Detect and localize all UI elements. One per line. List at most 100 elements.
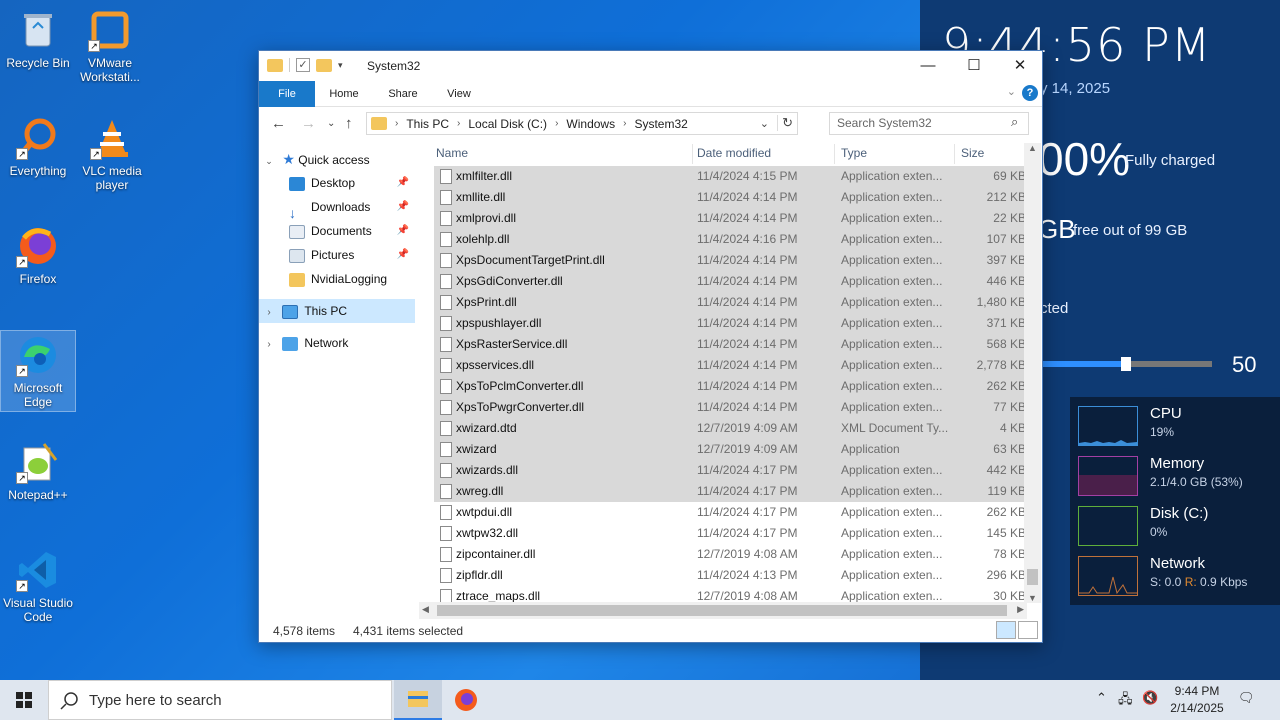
desktop-icon-everything[interactable]: ↗ Everything (0, 116, 76, 178)
table-row[interactable]: xpsservices.dll 11/4/2024 4:14 PM Applicat… (434, 355, 1026, 376)
vertical-scrollbar[interactable]: ▲ ▼ (1024, 143, 1041, 603)
column-divider[interactable] (692, 144, 693, 164)
table-row[interactable]: xmlprovi.dll 11/4/2024 4:14 PM Application… (434, 208, 1026, 229)
column-header-date[interactable]: Date modified (697, 146, 771, 160)
large-icons-view-button[interactable] (1018, 621, 1038, 639)
desktop-icon-vscode[interactable]: ↗ Visual Studio Code (0, 548, 76, 624)
table-row[interactable]: xmllite.dll 11/4/2024 4:14 PM Application … (434, 187, 1026, 208)
file-date: 11/4/2024 4:14 PM (697, 337, 798, 351)
desktop-icon-recycle-bin[interactable]: Recycle Bin (0, 8, 76, 70)
icon-label: Firefox (19, 272, 57, 286)
expand-ribbon-icon[interactable]: ⌄ (1007, 85, 1016, 98)
table-row[interactable]: xwtpw32.dll 11/4/2024 4:17 PM Application … (434, 523, 1026, 544)
nav-nvidialogging[interactable]: NvidiaLogging (259, 267, 415, 291)
maximize-button[interactable]: ☐ (951, 51, 997, 81)
scroll-left-icon[interactable]: ◀ (422, 604, 429, 615)
tab-home[interactable]: Home (321, 81, 367, 107)
refresh-icon[interactable]: ↻ (777, 115, 793, 131)
table-row[interactable]: xmlfilter.dll 11/4/2024 4:15 PM Applicatio… (434, 166, 1026, 187)
tab-view[interactable]: View (439, 81, 479, 107)
icon-label: VMware Workstati... (80, 56, 140, 84)
properties-icon[interactable]: ✓ (296, 58, 310, 72)
volume-muted-icon[interactable]: 🔇 (1142, 690, 1158, 706)
address-bar[interactable]: › This PC › Local Disk (C:) › Windows › … (366, 112, 798, 135)
search-input[interactable]: Search System32 (829, 112, 1029, 135)
column-header-name[interactable]: Name (436, 146, 468, 160)
nav-downloads[interactable]: ↓ Downloads 📌 (259, 195, 415, 221)
desktop-icon-vmware[interactable]: ↗ VMware Workstati... (72, 8, 148, 84)
nav-this-pc[interactable]: › This PC (259, 299, 415, 323)
network-tray-icon[interactable]: 🖧 (1118, 690, 1133, 712)
table-row[interactable]: XpsToPwgrConverter.dll 11/4/2024 4:14 PM A… (434, 397, 1026, 418)
vertical-scroll-thumb[interactable] (1027, 569, 1038, 585)
horizontal-scroll-thumb[interactable] (437, 605, 1007, 616)
taskbar-firefox[interactable] (442, 680, 490, 720)
desktop-icon-notepadpp[interactable]: ↗ Notepad++ (0, 440, 76, 502)
expand-chevron-icon[interactable]: › (259, 301, 279, 325)
perf-memory: Memory 2.1/4.0 GB (53%) (1078, 451, 1278, 496)
minimize-button[interactable]: — (905, 51, 951, 81)
taskbar-clock[interactable]: 9:44 PM 2/14/2025 (1163, 683, 1231, 717)
table-row[interactable]: XpsToPclmConverter.dll 11/4/2024 4:14 PM A… (434, 376, 1026, 397)
recent-locations-icon[interactable]: ⌄ (327, 118, 335, 129)
table-row[interactable]: xpspushlayer.dll 11/4/2024 4:14 PM Applica… (434, 313, 1026, 334)
nav-desktop[interactable]: Desktop 📌 (259, 171, 415, 195)
search-icon[interactable]: ⌕ (1011, 114, 1036, 130)
nav-pictures[interactable]: Pictures 📌 (259, 243, 415, 267)
nav-quick-access[interactable]: ⌄ ★ Quick access (259, 147, 415, 171)
scroll-right-icon[interactable]: ▶ (1017, 604, 1024, 615)
address-dropdown-icon[interactable]: ⌄ (760, 117, 769, 130)
forward-button[interactable]: → (301, 115, 316, 132)
table-row[interactable]: xwizards.dll 11/4/2024 4:17 PM Application… (434, 460, 1026, 481)
table-row[interactable]: XpsGdiConverter.dll 11/4/2024 4:14 PM Appl… (434, 271, 1026, 292)
scroll-up-icon[interactable]: ▲ (1024, 143, 1041, 153)
breadcrumb-this-pc[interactable]: This PC (406, 117, 449, 131)
show-hidden-icons-icon[interactable]: ⌃ (1096, 690, 1107, 706)
volume-slider-thumb[interactable] (1121, 357, 1131, 371)
column-divider[interactable] (834, 144, 835, 164)
table-row[interactable]: xwizard.dtd 12/7/2019 4:09 AM XML Document… (434, 418, 1026, 439)
table-row[interactable]: zipfldr.dll 11/4/2024 4:13 PM Application … (434, 565, 1026, 586)
file-size: 78 KB (993, 547, 1026, 561)
table-row[interactable]: xolehlp.dll 11/4/2024 4:16 PM Application … (434, 229, 1026, 250)
desktop-icon-edge[interactable]: ↗ Microsoft Edge (0, 330, 76, 412)
close-button[interactable]: ✕ (997, 51, 1043, 81)
table-row[interactable]: xwizard 12/7/2019 4:09 AM Application 63 KB (434, 439, 1026, 460)
tab-share[interactable]: Share (381, 81, 425, 107)
column-divider[interactable] (954, 144, 955, 164)
shortcut-arrow-icon: ↗ (16, 472, 28, 484)
back-button[interactable]: ← (271, 115, 286, 132)
column-header-size[interactable]: Size (961, 146, 984, 160)
breadcrumb-local-disk[interactable]: Local Disk (C:) (468, 117, 547, 131)
table-row[interactable]: XpsDocumentTargetPrint.dll 11/4/2024 4:14… (434, 250, 1026, 271)
file-date: 11/4/2024 4:13 PM (697, 568, 798, 582)
shortcut-arrow-icon: ↗ (16, 256, 28, 268)
customize-qat-icon[interactable]: ▾ (338, 60, 343, 71)
table-row[interactable]: xwreg.dll 11/4/2024 4:17 PM Application ex… (434, 481, 1026, 502)
nav-documents[interactable]: Documents 📌 (259, 219, 415, 243)
horizontal-scrollbar[interactable]: ◀ ▶ (419, 602, 1027, 619)
desktop-icon-firefox[interactable]: ↗ Firefox (0, 224, 76, 286)
title-bar[interactable]: ✓ ▾ System32 — ☐ ✕ (259, 51, 1042, 81)
notifications-icon[interactable]: 🗨 (1238, 690, 1255, 706)
desktop-icon-vlc[interactable]: ↗ VLC media player (74, 116, 150, 192)
details-view-button[interactable] (996, 621, 1016, 639)
table-row[interactable]: XpsPrint.dll 11/4/2024 4:14 PM Application… (434, 292, 1026, 313)
expand-chevron-icon[interactable]: ⌄ (259, 149, 279, 173)
up-button[interactable]: ↑ (345, 115, 353, 132)
nav-network[interactable]: › Network (259, 331, 415, 355)
help-icon[interactable]: ? (1022, 85, 1038, 101)
new-folder-icon[interactable] (316, 58, 332, 72)
expand-chevron-icon[interactable]: › (259, 333, 279, 357)
table-row[interactable]: xwtpdui.dll 11/4/2024 4:17 PM Application … (434, 502, 1026, 523)
table-row[interactable]: XpsRasterService.dll 11/4/2024 4:14 PM App… (434, 334, 1026, 355)
breadcrumb-windows[interactable]: Windows (566, 117, 615, 131)
start-button[interactable] (0, 680, 48, 720)
volume-slider[interactable] (1040, 357, 1212, 371)
breadcrumb-system32[interactable]: System32 (634, 117, 687, 131)
column-header-type[interactable]: Type (841, 146, 867, 160)
taskbar-file-explorer[interactable] (394, 680, 442, 720)
tab-file[interactable]: File (259, 81, 315, 107)
taskbar-search-box[interactable]: Type here to search (48, 680, 392, 720)
table-row[interactable]: zipcontainer.dll 12/7/2019 4:08 AM Applica… (434, 544, 1026, 565)
